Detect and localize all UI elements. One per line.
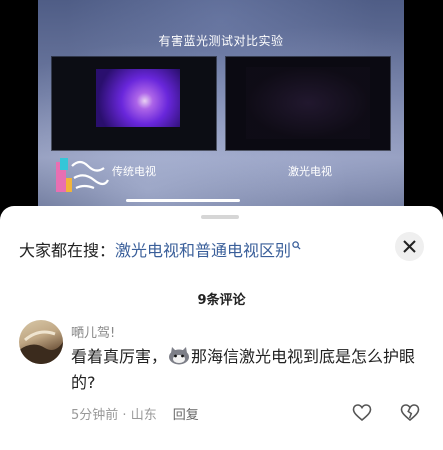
video-caption-title: 有害蓝光测试对比实验 <box>158 34 284 48</box>
sheet-drag-handle[interactable] <box>201 215 239 219</box>
tv-screen-glow <box>96 69 180 127</box>
traditional-tv-label: 传统电视 <box>112 165 156 178</box>
reply-button[interactable]: 回复 <box>173 408 199 423</box>
video-progress-bar[interactable] <box>126 199 240 202</box>
laser-tv-label: 激光电视 <box>288 165 332 178</box>
search-prefix-label: 大家都在搜： <box>19 241 116 260</box>
close-icon <box>403 240 416 253</box>
close-button[interactable] <box>395 232 424 261</box>
meta-separator: · <box>118 408 131 423</box>
comment-time: 5分钟前 <box>71 408 119 423</box>
comment-text: 看着真厉害， 那海信激光电视到底是怎么护眼的? <box>71 344 431 396</box>
comment-sheet: 大家都在搜：激光电视和普通电视区别 9条评论 嗮儿驾! 看着真厉害， 那海信激光电… <box>0 206 443 450</box>
search-icon[interactable] <box>292 241 301 250</box>
comment-location: 山东 <box>130 408 157 423</box>
laser-tv-image <box>226 57 390 150</box>
tv-screen-dark <box>246 67 370 139</box>
comment-count: 9条评论 <box>197 293 246 308</box>
comment-meta: 5分钟前 · 山东 回复 <box>71 404 199 423</box>
traditional-tv-image <box>52 57 216 150</box>
comment-username[interactable]: 嗮儿驾! <box>71 322 115 341</box>
video-frame: 有害蓝光测试对比实验 传统电视 激光电视 <box>38 0 404 210</box>
video-player[interactable]: 有害蓝光测试对比实验 传统电视 激光电视 <box>0 0 443 210</box>
avatar[interactable] <box>19 320 63 364</box>
cat-emoji-icon <box>169 347 190 365</box>
broken-heart-icon[interactable] <box>400 403 420 423</box>
comment-text-part1: 看着真厉害， <box>71 347 168 366</box>
avatar-image <box>19 330 63 364</box>
trending-search-row: 大家都在搜：激光电视和普通电视区别 <box>19 237 301 261</box>
heart-icon[interactable] <box>352 403 372 423</box>
trending-search-link[interactable]: 激光电视和普通电视区别 <box>115 241 291 260</box>
brand-logo <box>56 158 109 192</box>
